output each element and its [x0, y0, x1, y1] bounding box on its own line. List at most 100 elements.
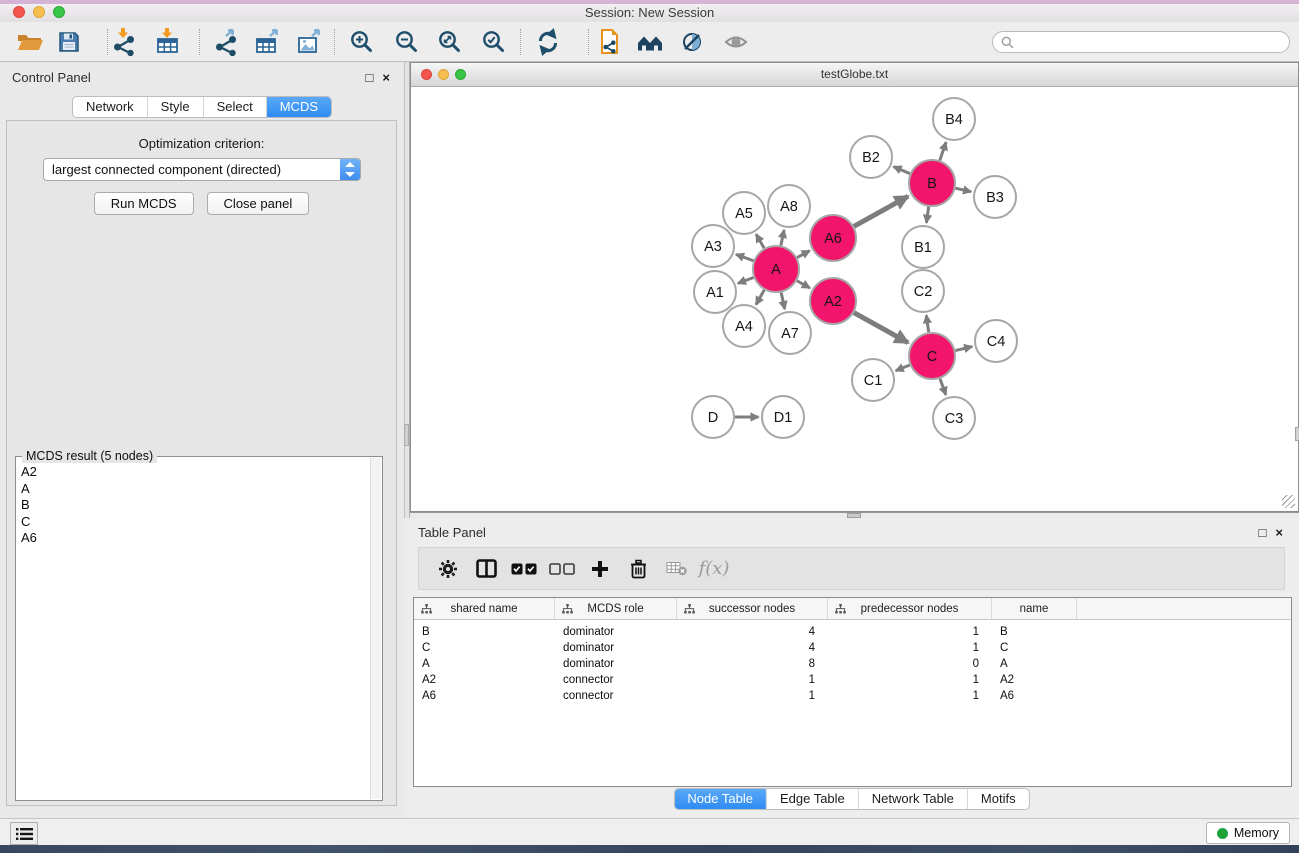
- edge-A-A5[interactable]: [756, 234, 764, 248]
- cell-shared-name[interactable]: C: [414, 642, 555, 654]
- cell-predecessor-nodes[interactable]: 0: [828, 658, 992, 670]
- close-panel-button[interactable]: Close panel: [207, 192, 310, 215]
- edge-A-A7[interactable]: [781, 292, 785, 309]
- cell-predecessor-nodes[interactable]: 1: [828, 690, 992, 702]
- edge-C-C3[interactable]: [940, 379, 946, 395]
- edge-A-A8[interactable]: [781, 230, 784, 246]
- close-view-button[interactable]: [421, 69, 432, 80]
- cell-shared-name[interactable]: A6: [414, 690, 555, 702]
- home-button[interactable]: [634, 27, 666, 57]
- cell-name[interactable]: A6: [992, 690, 1077, 702]
- tab-network[interactable]: Network: [73, 97, 147, 117]
- import-network-button[interactable]: [108, 27, 140, 57]
- tab-node-table[interactable]: Node Table: [674, 789, 766, 809]
- table-row[interactable]: A2connector11A2: [414, 672, 1291, 688]
- hide-graphics-details-button[interactable]: [676, 27, 708, 57]
- export-table-button[interactable]: [252, 27, 284, 57]
- tab-mcds[interactable]: MCDS: [266, 97, 331, 117]
- select-all-columns-button[interactable]: [505, 563, 543, 575]
- network-canvas[interactable]: B4B2BB3A5A8A6A3B1AA1C2A2A4A7CC4C1C3DD1: [412, 88, 1297, 510]
- cell-name[interactable]: A: [992, 658, 1077, 670]
- table-row[interactable]: Adominator80A: [414, 656, 1291, 672]
- new-network-from-selection-button[interactable]: [594, 27, 626, 57]
- delete-table-button[interactable]: [657, 561, 695, 576]
- show-column-button[interactable]: [467, 559, 505, 578]
- close-panel-icon[interactable]: ×: [1275, 525, 1283, 541]
- scrollbar-track[interactable]: [370, 458, 381, 799]
- cell-mcds-role[interactable]: dominator: [555, 642, 677, 654]
- zoom-out-button[interactable]: [391, 27, 423, 57]
- hide-panels-button[interactable]: [10, 822, 38, 845]
- save-session-button[interactable]: [53, 27, 85, 57]
- cell-mcds-role[interactable]: dominator: [555, 626, 677, 638]
- run-mcds-button[interactable]: Run MCDS: [94, 192, 194, 215]
- edge-C-C1[interactable]: [896, 365, 910, 371]
- criterion-select[interactable]: largest connected component (directed): [43, 158, 361, 181]
- cell-mcds-role[interactable]: connector: [555, 674, 677, 686]
- search-box[interactable]: [992, 31, 1290, 53]
- memory-button[interactable]: Memory: [1206, 822, 1290, 844]
- cell-mcds-role[interactable]: connector: [555, 690, 677, 702]
- cell-name[interactable]: A2: [992, 674, 1077, 686]
- resize-grip-icon[interactable]: [1282, 495, 1295, 508]
- cell-shared-name[interactable]: A2: [414, 674, 555, 686]
- cell-predecessor-nodes[interactable]: 1: [828, 626, 992, 638]
- cell-shared-name[interactable]: B: [414, 626, 555, 638]
- mcds-result-item[interactable]: C: [18, 514, 368, 531]
- cell-successor-nodes[interactable]: 1: [677, 690, 828, 702]
- cell-successor-nodes[interactable]: 4: [677, 642, 828, 654]
- create-column-button[interactable]: [581, 560, 619, 578]
- cell-name[interactable]: B: [992, 626, 1077, 638]
- cell-shared-name[interactable]: A: [414, 658, 555, 670]
- cell-mcds-role[interactable]: dominator: [555, 658, 677, 670]
- unselect-all-columns-button[interactable]: [543, 563, 581, 575]
- minimize-view-button[interactable]: [438, 69, 449, 80]
- tab-edge-table[interactable]: Edge Table: [766, 789, 858, 809]
- export-network-button[interactable]: [210, 27, 242, 57]
- export-image-button[interactable]: [294, 27, 326, 57]
- edge-B-B3[interactable]: [955, 188, 971, 191]
- refresh-button[interactable]: [532, 27, 564, 57]
- cell-name[interactable]: C: [992, 642, 1077, 654]
- edge-A-A1[interactable]: [738, 277, 754, 283]
- edge-B-B2[interactable]: [894, 167, 910, 174]
- zoom-window-button[interactable]: [53, 6, 65, 18]
- column-header-shared-name[interactable]: shared name: [414, 598, 555, 619]
- table-row[interactable]: A6connector11A6: [414, 688, 1291, 704]
- open-session-button[interactable]: [14, 27, 46, 57]
- edge-B-B1[interactable]: [926, 207, 928, 223]
- network-graph[interactable]: B4B2BB3A5A8A6A3B1AA1C2A2A4A7CC4C1C3DD1: [412, 88, 1297, 509]
- column-header-mcds-role[interactable]: MCDS role: [555, 598, 677, 619]
- edge-A-A6[interactable]: [797, 251, 810, 258]
- edge-A2-C[interactable]: [854, 313, 908, 343]
- edge-A-A3[interactable]: [736, 254, 753, 260]
- edge-A-A2[interactable]: [797, 281, 810, 288]
- table-row[interactable]: Cdominator41C: [414, 640, 1291, 656]
- table-row[interactable]: Bdominator41B: [414, 624, 1291, 640]
- search-input[interactable]: [1019, 33, 1289, 51]
- mcds-result-item[interactable]: A: [18, 481, 368, 498]
- show-details-button[interactable]: [720, 27, 752, 57]
- column-header-successor-nodes[interactable]: successor nodes: [677, 598, 828, 619]
- edge-C-C2[interactable]: [926, 315, 928, 332]
- tab-network-table[interactable]: Network Table: [858, 789, 967, 809]
- table-settings-button[interactable]: [429, 559, 467, 579]
- mcds-result-item[interactable]: A6: [18, 530, 368, 547]
- delete-column-button[interactable]: [619, 559, 657, 579]
- mcds-result-item[interactable]: B: [18, 497, 368, 514]
- zoom-in-button[interactable]: [346, 27, 378, 57]
- function-builder-button[interactable]: f(x): [695, 558, 733, 579]
- float-panel-icon[interactable]: □: [1259, 525, 1267, 541]
- edge-A-A4[interactable]: [756, 290, 764, 305]
- tab-motifs[interactable]: Motifs: [967, 789, 1029, 809]
- close-panel-icon[interactable]: ×: [382, 70, 390, 86]
- cell-successor-nodes[interactable]: 8: [677, 658, 828, 670]
- splitter-handle[interactable]: [404, 424, 409, 446]
- cell-successor-nodes[interactable]: 1: [677, 674, 828, 686]
- cell-successor-nodes[interactable]: 4: [677, 626, 828, 638]
- zoom-selected-button[interactable]: [478, 27, 510, 57]
- edge-B-B4[interactable]: [940, 142, 946, 160]
- close-window-button[interactable]: [13, 6, 25, 18]
- minimize-window-button[interactable]: [33, 6, 45, 18]
- cell-predecessor-nodes[interactable]: 1: [828, 642, 992, 654]
